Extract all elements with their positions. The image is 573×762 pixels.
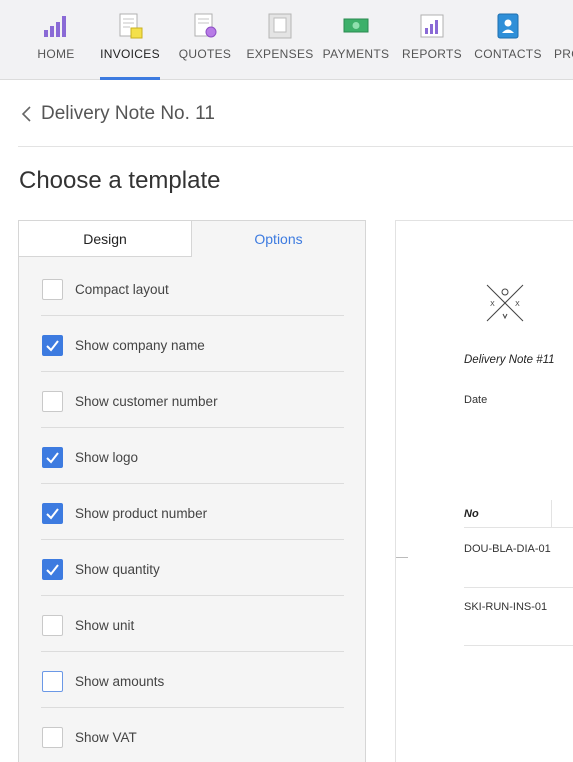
template-preview: X X Delivery Note #11 Date No DOU-BLA-DI…	[395, 220, 573, 762]
tab-design[interactable]: Design	[19, 221, 192, 257]
checkbox[interactable]	[42, 503, 63, 524]
payments-icon	[343, 18, 369, 33]
checkmark-icon	[46, 340, 59, 352]
preview-row-line	[464, 645, 573, 646]
option-label: Show customer number	[75, 394, 218, 409]
contacts-icon	[497, 13, 519, 39]
option-divider	[41, 483, 344, 484]
checkbox[interactable]	[42, 615, 63, 636]
nav-label-reports: REPORTS	[402, 47, 462, 61]
option-show-vat[interactable]: Show VAT	[41, 716, 343, 762]
nav-item-quotes[interactable]: QUOTES	[167, 0, 243, 80]
nav-item-contacts[interactable]: CONTACTS	[470, 0, 546, 80]
logo-placeholder-icon: X X	[486, 284, 524, 322]
quotes-icon	[194, 13, 217, 38]
preview-date-label: Date	[464, 394, 488, 406]
option-divider	[41, 539, 344, 540]
checkmark-icon	[46, 508, 59, 520]
option-divider	[41, 371, 344, 372]
preview-row-line	[464, 587, 573, 588]
nav-label-payments: PAYMENTS	[322, 47, 390, 61]
template-options-panel: Design Options Compact layout Show compan…	[18, 220, 366, 762]
nav-label-invoices: INVOICES	[100, 47, 160, 61]
chevron-left-icon	[21, 106, 31, 122]
preview-row-code: DOU-BLA-DIA-01	[464, 543, 551, 555]
expenses-icon	[268, 13, 292, 39]
preview-row-code: SKI-RUN-INS-01	[464, 601, 548, 613]
nav-item-invoices[interactable]: INVOICES	[92, 0, 168, 80]
nav-item-payments[interactable]: PAYMENTS	[318, 0, 394, 80]
checkbox[interactable]	[42, 559, 63, 580]
invoices-icon	[119, 13, 143, 39]
option-label: Show logo	[75, 450, 139, 465]
checkmark-icon	[46, 564, 59, 576]
checkbox[interactable]	[42, 335, 63, 356]
option-label: Show quantity	[75, 562, 160, 577]
top-navigation: HOME INVOICES QUOTES EXPENSES PAYMENTS R…	[0, 0, 573, 80]
nav-label-home: HOME	[37, 47, 75, 61]
template-tabs: Design Options	[19, 221, 365, 257]
preview-edge-mark	[396, 557, 408, 558]
checkmark-icon	[46, 452, 59, 464]
header-divider	[18, 146, 573, 147]
reports-icon	[420, 14, 444, 38]
option-divider	[41, 595, 344, 596]
option-label: Show VAT	[75, 730, 137, 745]
checkbox[interactable]	[42, 391, 63, 412]
back-link[interactable]: Delivery Note No. 11	[18, 101, 215, 127]
checkbox[interactable]	[42, 671, 63, 692]
option-divider	[41, 651, 344, 652]
option-divider	[41, 427, 344, 428]
svg-text:X: X	[490, 300, 495, 308]
checkbox[interactable]	[42, 727, 63, 748]
option-label: Compact layout	[75, 282, 169, 297]
nav-item-home[interactable]: HOME	[18, 0, 94, 80]
option-divider	[41, 315, 344, 316]
nav-item-products[interactable]: PRO	[546, 0, 573, 80]
svg-text:X: X	[515, 300, 520, 308]
nav-label-products: PRO	[554, 47, 573, 61]
option-label: Show amounts	[75, 674, 165, 689]
option-label: Show unit	[75, 618, 135, 633]
checkbox[interactable]	[42, 447, 63, 468]
nav-item-reports[interactable]: REPORTS	[394, 0, 470, 80]
checkbox[interactable]	[42, 279, 63, 300]
preview-column-no: No	[464, 508, 479, 520]
nav-item-expenses[interactable]: EXPENSES	[242, 0, 318, 80]
option-label: Show company name	[75, 338, 205, 353]
nav-label-quotes: QUOTES	[178, 47, 232, 61]
option-divider	[41, 707, 344, 708]
home-bars-icon	[44, 16, 66, 37]
preview-column-separator	[551, 500, 552, 528]
preview-document-title: Delivery Note #11	[464, 354, 555, 366]
page-title: Choose a template	[19, 167, 221, 194]
document-title: Delivery Note No. 11	[41, 103, 215, 124]
nav-label-contacts: CONTACTS	[474, 47, 542, 61]
option-label: Show product number	[75, 506, 208, 521]
nav-label-expenses: EXPENSES	[246, 47, 314, 61]
tab-options[interactable]: Options	[192, 221, 365, 257]
preview-header-line	[464, 527, 573, 528]
